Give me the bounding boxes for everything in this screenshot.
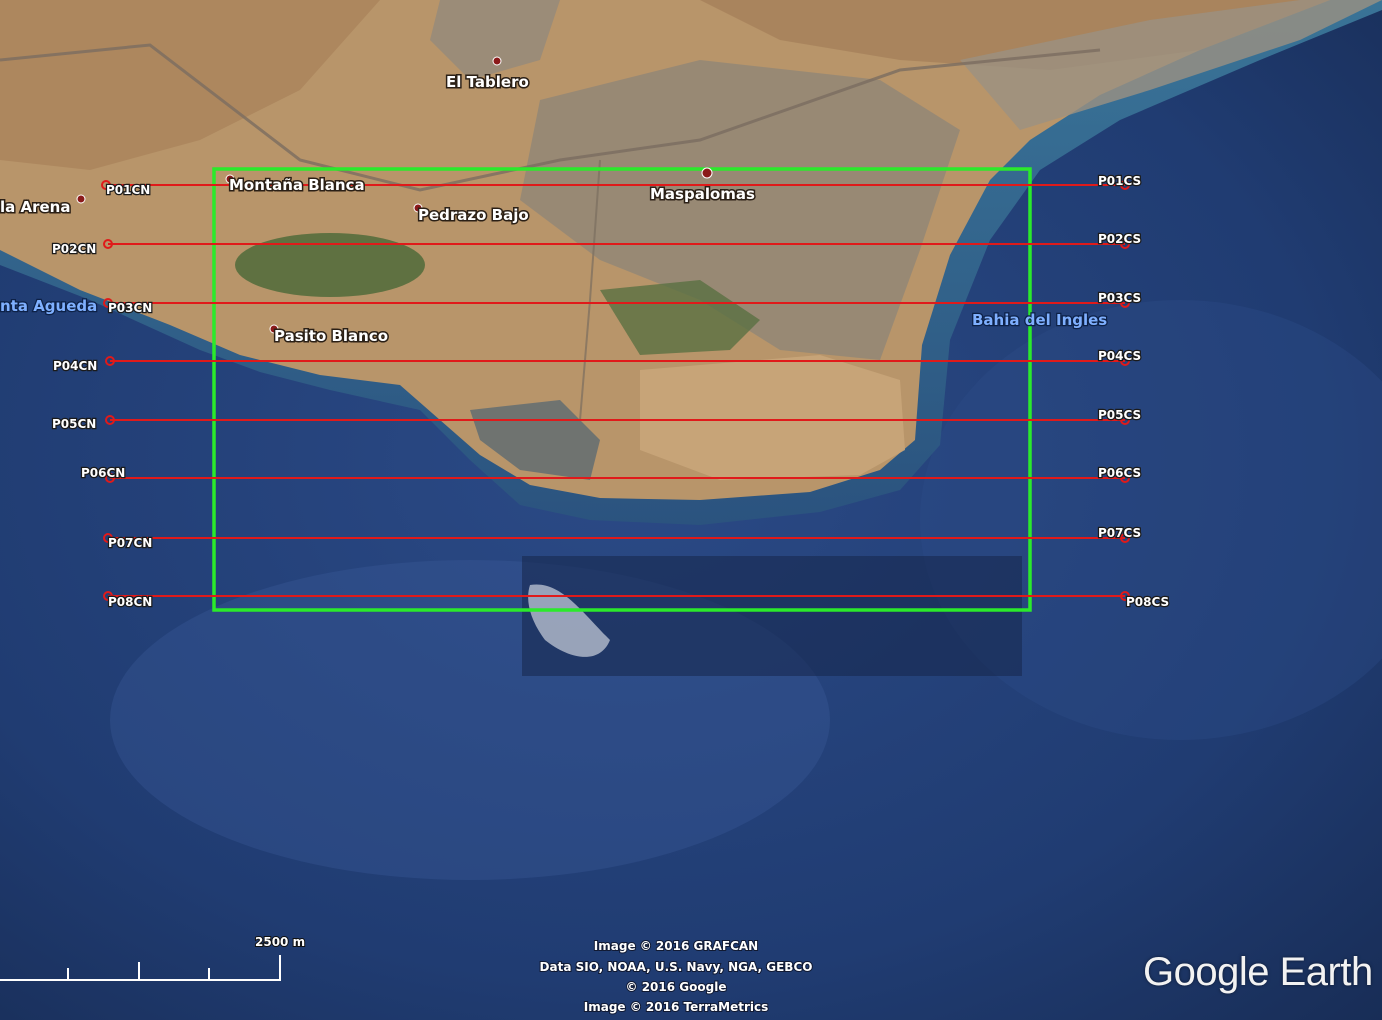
place-marker-la-arena[interactable] (76, 194, 86, 204)
profile-label-east-5: P05CS (1098, 408, 1141, 422)
google-earth-logo: Google Earth (1143, 950, 1373, 994)
place-label-pedrazo-bajo: Pedrazo Bajo (418, 206, 529, 224)
profile-label-west-2: P02CN (52, 242, 96, 256)
profile-label-east-1: P01CS (1098, 174, 1141, 188)
golf-course (235, 233, 425, 297)
profile-label-west-3: P03CN (108, 301, 152, 315)
place-label-la-arena: la Arena (0, 198, 70, 216)
credit-line: Image © 2016 GRAFCAN (594, 939, 758, 953)
scale-bar-label: 2500 m (255, 935, 305, 949)
profile-label-east-6: P06CS (1098, 466, 1141, 480)
credit-line: Image © 2016 TerraMetrics (584, 1000, 769, 1014)
place-label-pasito-blanco: Pasito Blanco (274, 327, 388, 345)
profile-label-east-4: P04CS (1098, 349, 1141, 363)
place-marker-maspalomas[interactable] (701, 167, 713, 179)
profile-label-east-8: P08CS (1126, 595, 1169, 609)
profile-label-west-8: P08CN (108, 595, 152, 609)
dunes (640, 355, 905, 480)
place-label-el-tablero: El Tablero (446, 73, 529, 91)
map-canvas[interactable]: P01CN P01CS P02CN P02CS P03CN P03CS P04CN P04CS… (0, 0, 1382, 1020)
profile-label-west-4: P04CN (53, 359, 97, 373)
profile-label-east-7: P07CS (1098, 526, 1141, 540)
place-label-montana-blanca: Montaña Blanca (229, 176, 365, 194)
profile-label-west-6: P06CN (81, 466, 125, 480)
place-label-maspalomas: Maspalomas (650, 185, 755, 203)
credit-line: Data SIO, NOAA, U.S. Navy, NGA, GEBCO (540, 960, 813, 974)
profile-label-east-2: P02CS (1098, 232, 1141, 246)
place-marker-el-tablero[interactable] (492, 56, 502, 66)
profile-label-west-1: P01CN (106, 183, 150, 197)
place-label-bahia-del-ingles: Bahia del Ingles (972, 311, 1107, 329)
seabed-patch (522, 556, 1022, 676)
place-label-santa-agueda: nta Agueda (0, 297, 97, 315)
map-view[interactable]: P01CN P01CS P02CN P02CS P03CN P03CS P04CN P04CS… (0, 0, 1382, 1020)
profile-label-west-7: P07CN (108, 536, 152, 550)
profile-label-east-3: P03CS (1098, 291, 1141, 305)
credit-line: © 2016 Google (626, 980, 727, 994)
profile-label-west-5: P05CN (52, 417, 96, 431)
